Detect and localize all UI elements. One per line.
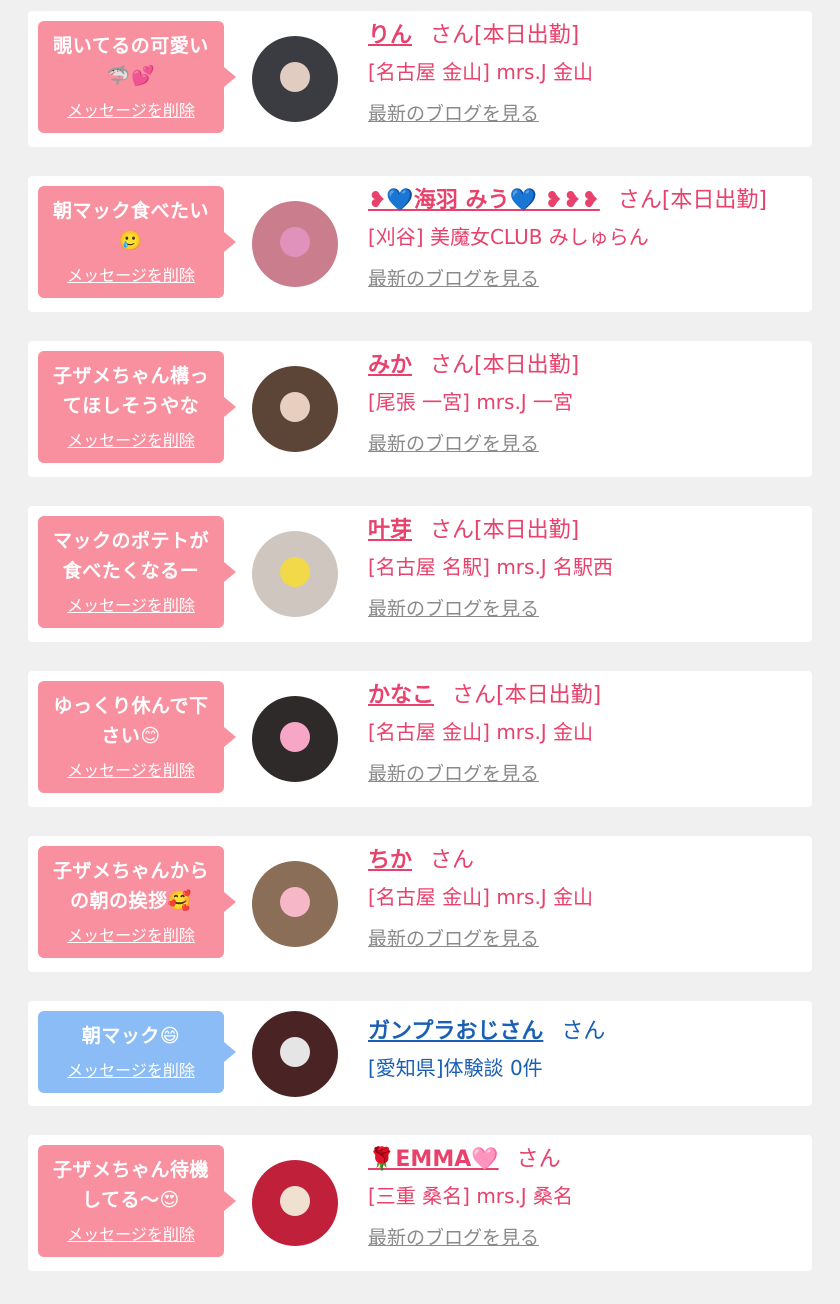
message-text: 覗いてるの可愛い🦈💕 (53, 35, 209, 87)
profile-name-link[interactable]: ガンプラおじさん (368, 1019, 543, 1044)
list-item: ゆっくり休んで下さい😊 メッセージを削除 かなこ さん[本日出勤] [名古屋 金山… (28, 671, 812, 807)
status-text: さん[本日出勤] (617, 188, 768, 213)
profile-name-link[interactable]: りん (368, 23, 412, 48)
delete-message-link[interactable]: メッセージを削除 (67, 1221, 195, 1245)
delete-message-link[interactable]: メッセージを削除 (67, 922, 195, 946)
avatar[interactable] (252, 531, 338, 617)
status-text: さん (430, 848, 475, 873)
status-text: さん[本日出勤] (430, 353, 580, 378)
message-bubble: 覗いてるの可愛い🦈💕 メッセージを削除 (38, 21, 236, 133)
shop-text: [名古屋 金山] mrs.J 金山 (368, 885, 594, 909)
review-count-text: [愛知県]体験談 0件 (368, 1056, 543, 1080)
profile-name-link[interactable]: ちか (368, 848, 412, 873)
message-list: 覗いてるの可愛い🦈💕 メッセージを削除 りん さん[本日出勤] [名古屋 金山] … (0, 0, 840, 1304)
profile-name-link[interactable]: かなこ (368, 683, 434, 708)
message-bubble: ゆっくり休んで下さい😊 メッセージを削除 (38, 681, 236, 793)
status-text: さん[本日出勤] (430, 518, 580, 543)
profile-name-link[interactable]: ❥💙海羽 みう💙 ❥❥❥ (368, 188, 600, 213)
message-text: マックのポテトが食べたくなるー (52, 530, 209, 582)
list-item: マックのポテトが食べたくなるー メッセージを削除 叶芽 さん[本日出勤] [名古屋… (28, 506, 812, 642)
avatar[interactable] (252, 366, 338, 452)
latest-blog-link[interactable]: 最新のブログを見る (368, 759, 539, 786)
message-bubble: マックのポテトが食べたくなるー メッセージを削除 (38, 516, 236, 628)
profile-name-link[interactable]: 叶芽 (368, 518, 412, 543)
list-item: 子ザメちゃん待機してる〜😍 メッセージを削除 🌹EMMA🩷 さん [三重 桑名] … (28, 1135, 812, 1271)
message-text: 子ザメちゃん待機してる〜😍 (52, 1159, 209, 1211)
profile-name-link[interactable]: 🌹EMMA🩷 (368, 1147, 499, 1172)
latest-blog-link[interactable]: 最新のブログを見る (368, 429, 539, 456)
delete-message-link[interactable]: メッセージを削除 (67, 1057, 195, 1081)
message-bubble: 朝マック食べたい🥲 メッセージを削除 (38, 186, 236, 298)
shop-text: [名古屋 金山] mrs.J 金山 (368, 720, 594, 744)
list-item: 子ザメちゃんからの朝の挨拶🥰 メッセージを削除 ちか さん [名古屋 金山] mr… (28, 836, 812, 972)
avatar[interactable] (252, 36, 338, 122)
avatar[interactable] (252, 201, 338, 287)
list-item: 覗いてるの可愛い🦈💕 メッセージを削除 りん さん[本日出勤] [名古屋 金山] … (28, 11, 812, 147)
profile-name-link[interactable]: みか (368, 353, 412, 378)
message-bubble: 子ザメちゃんからの朝の挨拶🥰 メッセージを削除 (38, 846, 236, 958)
shop-text: [名古屋 名駅] mrs.J 名駅西 (368, 555, 614, 579)
delete-message-link[interactable]: メッセージを削除 (67, 427, 195, 451)
latest-blog-link[interactable]: 最新のブログを見る (368, 99, 539, 126)
delete-message-link[interactable]: メッセージを削除 (67, 262, 195, 286)
status-text: さん[本日出勤] (430, 23, 580, 48)
delete-message-link[interactable]: メッセージを削除 (67, 97, 195, 121)
message-bubble: 子ザメちゃん待機してる〜😍 メッセージを削除 (38, 1145, 236, 1257)
message-text: 朝マック😄 (81, 1025, 181, 1047)
message-text: 子ザメちゃん構ってほしそうやな (52, 365, 209, 417)
list-item: 子ザメちゃん構ってほしそうやな メッセージを削除 みか さん[本日出勤] [尾張 … (28, 341, 812, 477)
latest-blog-link[interactable]: 最新のブログを見る (368, 264, 539, 291)
shop-text: [三重 桑名] mrs.J 桑名 (368, 1184, 574, 1208)
message-text: ゆっくり休んで下さい😊 (53, 695, 209, 747)
delete-message-link[interactable]: メッセージを削除 (67, 757, 195, 781)
avatar[interactable] (252, 1160, 338, 1246)
shop-text: [名古屋 金山] mrs.J 金山 (368, 60, 594, 84)
shop-text: [尾張 一宮] mrs.J 一宮 (368, 390, 574, 414)
avatar[interactable] (252, 1011, 338, 1097)
status-text: さん (516, 1147, 561, 1172)
avatar[interactable] (252, 696, 338, 782)
latest-blog-link[interactable]: 最新のブログを見る (368, 1223, 539, 1250)
status-text: さん[本日出勤] (452, 683, 602, 708)
latest-blog-link[interactable]: 最新のブログを見る (368, 924, 539, 951)
delete-message-link[interactable]: メッセージを削除 (67, 592, 195, 616)
list-item: 朝マック食べたい🥲 メッセージを削除 ❥💙海羽 みう💙 ❥❥❥ さん[本日出勤] … (28, 176, 812, 312)
message-bubble: 朝マック😄 メッセージを削除 (38, 1011, 236, 1093)
list-item: 朝マック😄 メッセージを削除 ガンプラおじさん さん [愛知県]体験談 0件 (28, 1001, 812, 1106)
avatar[interactable] (252, 861, 338, 947)
latest-blog-link[interactable]: 最新のブログを見る (368, 594, 539, 621)
status-text: さん (561, 1019, 606, 1044)
message-text: 朝マック食べたい🥲 (52, 200, 209, 252)
message-text: 子ザメちゃんからの朝の挨拶🥰 (52, 860, 209, 912)
shop-text: [刈谷] 美魔女CLUB みしゅらん (368, 225, 649, 249)
message-bubble: 子ザメちゃん構ってほしそうやな メッセージを削除 (38, 351, 236, 463)
